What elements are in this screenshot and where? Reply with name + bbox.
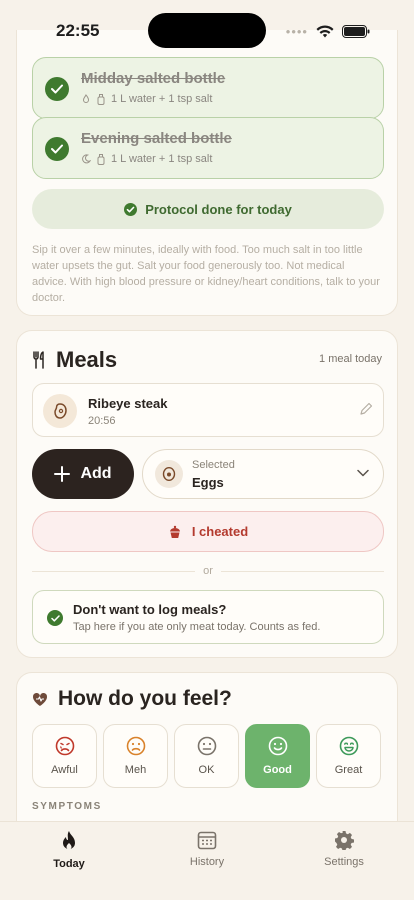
signal-icon: ••••: [285, 24, 308, 39]
calendar-icon: [197, 831, 217, 850]
food-select[interactable]: Selected Eggs: [142, 449, 384, 499]
bottle-title: Evening salted bottle: [81, 130, 232, 147]
select-caption: Selected: [192, 459, 235, 471]
utensils-icon: [33, 351, 44, 369]
meal-time: 20:56: [88, 415, 116, 427]
or-label: or: [203, 565, 213, 577]
sun-icon: [82, 94, 90, 103]
edit-icon[interactable]: [359, 402, 373, 416]
mood-good[interactable]: Good: [245, 724, 310, 788]
battery-icon: [342, 25, 370, 38]
bottle-item-midday[interactable]: Midday salted bottle 1 L water + 1 tsp s…: [32, 57, 384, 119]
bottle-item-evening[interactable]: Evening salted bottle 1 L water + 1 tsp …: [32, 117, 384, 179]
feel-header: How do you feel?: [32, 687, 232, 711]
or-divider: or: [32, 563, 384, 579]
meals-card: Meals 1 meal today Ribeye steak 20:56 Ad…: [16, 330, 398, 658]
heart-pulse-icon: [32, 692, 48, 706]
eggs-icon: [155, 460, 183, 488]
meals-title: Meals: [56, 347, 118, 372]
steak-icon: [43, 394, 77, 428]
mood-selector: Awful Meh OK Good Great: [32, 724, 381, 788]
flame-icon: [63, 831, 75, 850]
dynamic-island: [148, 13, 266, 48]
check-icon: [47, 610, 63, 626]
no-log-subtitle: Tap here if you ate only meat today. Cou…: [73, 621, 321, 633]
moon-icon: [82, 154, 91, 164]
divider-line: [32, 570, 196, 572]
no-log-meals-button[interactable]: Don't want to log meals? Tap here if you…: [32, 590, 384, 644]
check-icon: [45, 137, 69, 161]
add-label: Add: [80, 465, 112, 482]
mood-label: OK: [198, 764, 215, 776]
mood-awful[interactable]: Awful: [32, 724, 97, 788]
protocol-done-label: Protocol done for today: [145, 201, 292, 217]
bottle-detail-text: 1 L water + 1 tsp salt: [111, 93, 213, 105]
tab-bar: Today History Settings: [0, 821, 414, 900]
bottle-icon: [97, 153, 105, 165]
chevron-down-icon: [357, 469, 369, 477]
plus-icon: [54, 466, 71, 482]
mood-meh[interactable]: Meh: [103, 724, 168, 788]
bottle-detail: 1 L water + 1 tsp salt: [81, 153, 212, 165]
select-value: Eggs: [192, 475, 224, 490]
neutral-face-icon: [197, 736, 216, 756]
no-log-title: Don't want to log meals?: [73, 602, 227, 617]
mood-label: Meh: [124, 764, 147, 776]
tab-history[interactable]: History: [162, 830, 252, 868]
cheated-button[interactable]: I cheated: [32, 511, 384, 552]
check-circle-icon: [124, 202, 138, 216]
tab-label: Today: [53, 858, 85, 870]
mood-ok[interactable]: OK: [174, 724, 239, 788]
cupcake-icon: [169, 525, 180, 538]
meal-item[interactable]: Ribeye steak 20:56: [32, 383, 384, 437]
mood-label: Good: [263, 764, 292, 776]
grin-face-icon: [339, 736, 358, 756]
frown-face-icon: [126, 736, 145, 756]
status-bar: 22:55 ••••: [0, 0, 414, 60]
protocol-done-banner: Protocol done for today: [32, 189, 384, 229]
tab-label: History: [189, 856, 225, 868]
meals-count: 1 meal today: [319, 353, 382, 365]
meal-name: Ribeye steak: [88, 396, 168, 411]
bottle-title: Midday salted bottle: [81, 70, 226, 87]
tab-settings[interactable]: Settings: [299, 830, 389, 868]
tab-label: Settings: [324, 856, 364, 868]
status-icons: ••••: [286, 24, 370, 39]
clock: 22:55: [56, 21, 100, 40]
sad-face-icon: [55, 736, 74, 756]
salt-protocol-card: Midday salted bottle 1 L water + 1 tsp s…: [16, 30, 398, 316]
bottle-icon: [97, 93, 105, 105]
symptoms-heading: SYMPTOMS: [32, 801, 102, 812]
medical-note: Sip it over a few minutes, ideally with …: [32, 244, 380, 304]
divider-line: [220, 570, 384, 572]
mood-great[interactable]: Great: [316, 724, 381, 788]
tab-today[interactable]: Today: [24, 830, 114, 870]
feel-title: How do you feel?: [58, 687, 232, 710]
cheated-label: I cheated: [191, 524, 249, 539]
add-meal-button[interactable]: Add: [32, 449, 134, 499]
mood-label: Great: [334, 764, 363, 776]
mood-label: Awful: [51, 764, 78, 776]
meals-header: Meals: [32, 347, 117, 373]
bottle-detail: 1 L water + 1 tsp salt: [81, 93, 212, 105]
check-icon: [45, 77, 69, 101]
wifi-icon: [316, 25, 334, 38]
gear-icon: [335, 831, 354, 850]
bottle-detail-text: 1 L water + 1 tsp salt: [111, 153, 213, 165]
smile-face-icon: [268, 736, 287, 756]
